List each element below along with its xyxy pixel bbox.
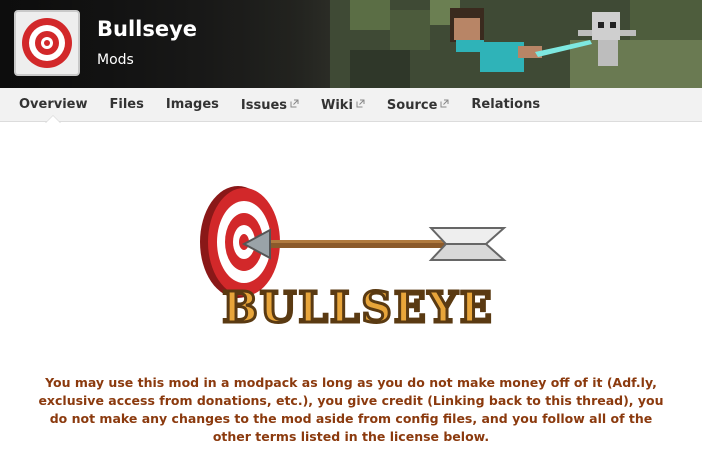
tab-label: Relations (471, 96, 541, 112)
license-notice: You may use this mod in a modpack as lon… (38, 375, 664, 444)
tab-issues[interactable]: Issues (230, 88, 310, 122)
external-link-icon (440, 88, 449, 122)
tab-label: Issues (240, 97, 288, 113)
project-tab-bar: Overview Files Images Issues Wiki Source… (0, 88, 702, 122)
tab-images[interactable]: Images (155, 88, 230, 122)
hero-title-text: BULLSEYE (222, 283, 494, 332)
tab-files[interactable]: Files (99, 88, 155, 122)
tab-label: Files (109, 96, 144, 112)
project-header-banner: Bullseye Mods (0, 0, 702, 88)
bullseye-hero-image: BULLSEYE (200, 186, 507, 332)
tab-source[interactable]: Source (376, 88, 460, 122)
tab-overview[interactable]: Overview (8, 88, 99, 122)
overview-content: BULLSEYE You may use this mod in a modpa… (0, 122, 702, 465)
project-category[interactable]: Mods (97, 52, 134, 68)
tab-label: Wiki (321, 97, 353, 113)
external-link-icon (290, 88, 299, 122)
tab-label: Source (386, 97, 438, 113)
tab-label: Overview (19, 96, 88, 112)
target-icon (22, 18, 72, 68)
tab-label: Images (165, 96, 219, 112)
project-logo[interactable] (14, 10, 80, 76)
tab-relations[interactable]: Relations (460, 88, 551, 122)
banner-artwork (330, 0, 702, 88)
external-link-icon (356, 88, 365, 122)
project-title: Bullseye (97, 17, 198, 41)
tab-wiki[interactable]: Wiki (310, 88, 376, 122)
